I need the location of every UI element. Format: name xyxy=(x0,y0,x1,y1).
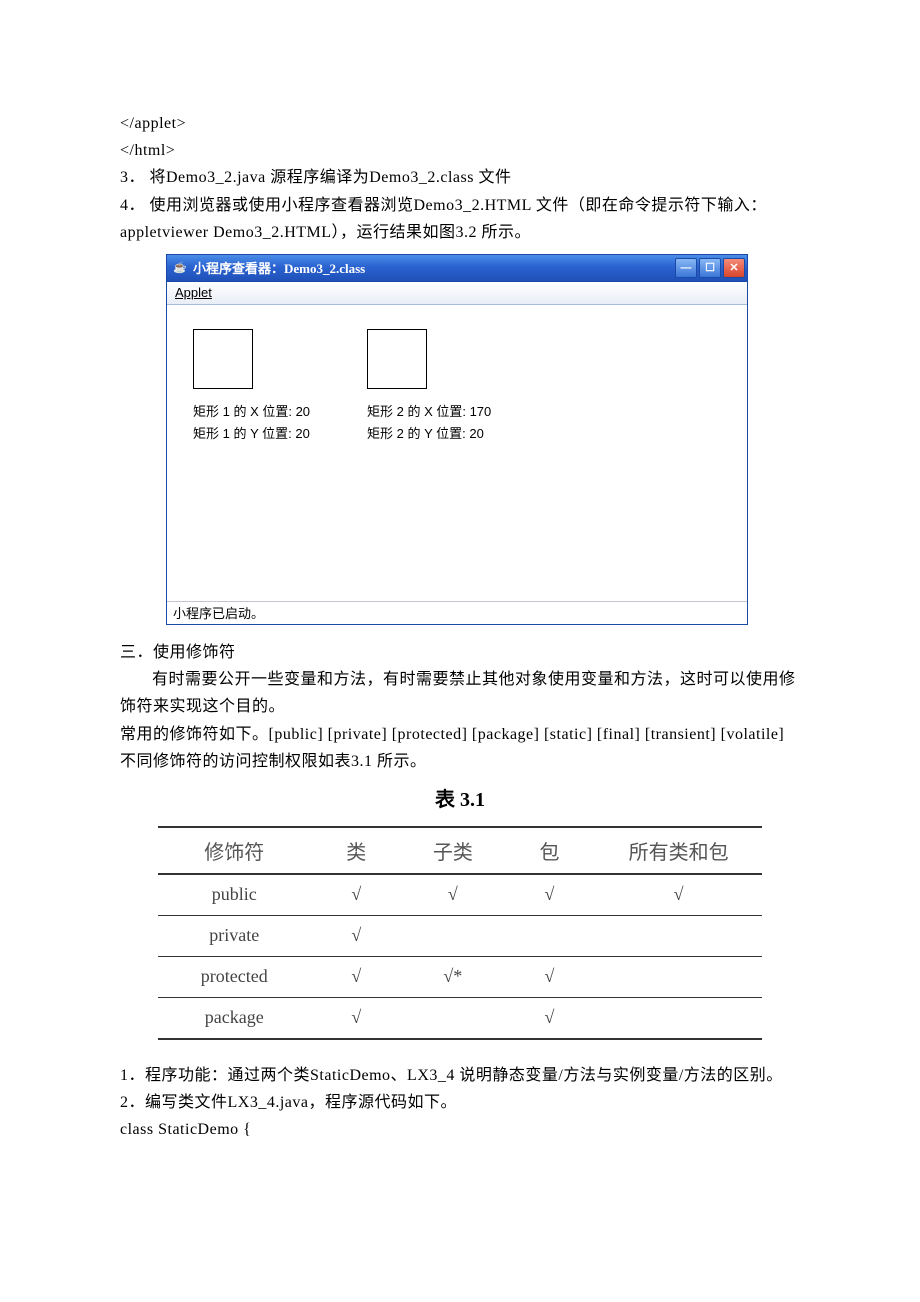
table-row: public √ √ √ √ xyxy=(158,874,762,916)
th-class: 类 xyxy=(311,827,403,874)
menubar: Applet xyxy=(167,282,747,305)
code-line: </html> xyxy=(120,137,800,164)
maximize-icon: ☐ xyxy=(705,261,715,274)
rect1-x-label: 矩形 1 的 X 位置: 20 xyxy=(193,401,310,420)
body-text: appletviewer Demo3_2.HTML），运行结果如图3.2 所示。 xyxy=(120,219,800,246)
body-text: 4． 使用浏览器或使用小程序查看器浏览Demo3_2.HTML 文件（即在命令提… xyxy=(120,192,800,219)
section-heading: 三．使用修饰符 xyxy=(120,639,800,666)
cell: protected xyxy=(158,956,311,997)
cell xyxy=(595,956,762,997)
java-cup-icon: ☕ xyxy=(173,261,187,275)
close-icon: ✕ xyxy=(729,261,738,274)
window-buttons: — ☐ ✕ xyxy=(675,258,745,278)
cell: √ xyxy=(504,956,596,997)
cell xyxy=(595,997,762,1039)
minimize-icon: — xyxy=(681,262,692,274)
body-text: 2．编写类文件LX3_4.java，程序源代码如下。 xyxy=(120,1089,800,1116)
statusbar: 小程序已启动。 xyxy=(167,601,747,624)
status-text: 小程序已启动。 xyxy=(173,603,264,622)
minimize-button[interactable]: — xyxy=(675,258,697,278)
cell xyxy=(595,915,762,956)
window-titlebar: ☕ 小程序查看器：Demo3_2.class — ☐ ✕ xyxy=(167,255,747,282)
code-line: class StaticDemo { xyxy=(120,1116,800,1143)
rectangle-2 xyxy=(367,329,427,389)
cell: √ xyxy=(311,956,403,997)
rect2-x-label: 矩形 2 的 X 位置: 170 xyxy=(367,401,491,420)
maximize-button[interactable]: ☐ xyxy=(699,258,721,278)
th-package: 包 xyxy=(504,827,596,874)
cell xyxy=(402,915,504,956)
menu-applet[interactable]: Applet xyxy=(175,285,212,300)
cell: package xyxy=(158,997,311,1039)
cell: √* xyxy=(402,956,504,997)
rectangle-1 xyxy=(193,329,253,389)
cell: √ xyxy=(595,874,762,916)
code-line: </applet> xyxy=(120,110,800,137)
cell: √ xyxy=(311,997,403,1039)
table-header-row: 修饰符 类 子类 包 所有类和包 xyxy=(158,827,762,874)
rect2-y-label: 矩形 2 的 Y 位置: 20 xyxy=(367,423,484,442)
table-row: protected √ √* √ xyxy=(158,956,762,997)
rect1-y-label: 矩形 1 的 Y 位置: 20 xyxy=(193,423,310,442)
body-paragraph: 有时需要公开一些变量和方法，有时需要禁止其他对象使用变量和方法，这时可以使用修饰… xyxy=(120,666,800,720)
cell xyxy=(402,997,504,1039)
window-title: 小程序查看器：Demo3_2.class xyxy=(193,258,365,277)
cell: private xyxy=(158,915,311,956)
table-caption: 表 3.1 xyxy=(120,783,800,812)
titlebar-left: ☕ 小程序查看器：Demo3_2.class xyxy=(173,258,365,277)
th-subclass: 子类 xyxy=(402,827,504,874)
modifier-table: 修饰符 类 子类 包 所有类和包 public √ √ √ √ private … xyxy=(158,826,762,1040)
cell: √ xyxy=(504,997,596,1039)
table-row: package √ √ xyxy=(158,997,762,1039)
table-row: private √ xyxy=(158,915,762,956)
body-paragraph: 常用的修饰符如下。[public] [private] [protected] … xyxy=(120,721,800,775)
cell: √ xyxy=(504,874,596,916)
cell xyxy=(504,915,596,956)
body-text: 3． 将Demo3_2.java 源程序编译为Demo3_2.class 文件 xyxy=(120,164,800,191)
applet-window: ☕ 小程序查看器：Demo3_2.class — ☐ ✕ Applet 矩形 1… xyxy=(166,254,748,625)
document-page: </applet> </html> 3． 将Demo3_2.java 源程序编译… xyxy=(0,0,920,1203)
cell: public xyxy=(158,874,311,916)
body-text: 1．程序功能：通过两个类StaticDemo、LX3_4 说明静态变量/方法与实… xyxy=(120,1062,800,1089)
th-modifier: 修饰符 xyxy=(158,827,311,874)
close-button[interactable]: ✕ xyxy=(723,258,745,278)
cell: √ xyxy=(311,915,403,956)
applet-canvas: 矩形 1 的 X 位置: 20 矩形 1 的 Y 位置: 20 矩形 2 的 X… xyxy=(167,305,747,601)
cell: √ xyxy=(311,874,403,916)
th-all: 所有类和包 xyxy=(595,827,762,874)
applet-screenshot: ☕ 小程序查看器：Demo3_2.class — ☐ ✕ Applet 矩形 1… xyxy=(166,254,800,625)
cell: √ xyxy=(402,874,504,916)
